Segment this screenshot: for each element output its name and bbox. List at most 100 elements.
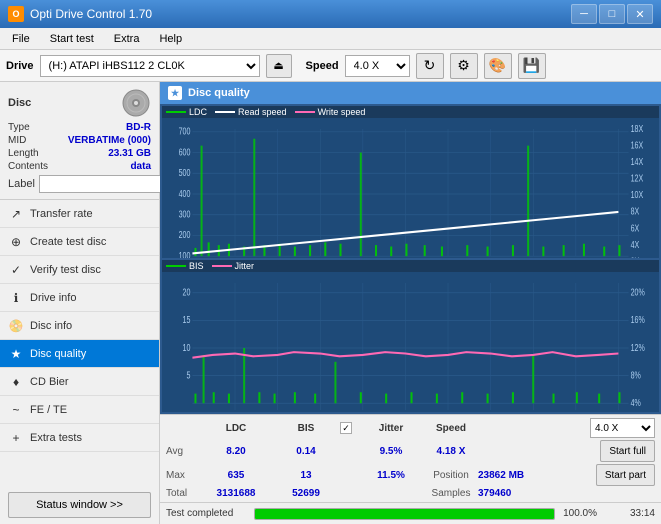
svg-text:700: 700 bbox=[179, 125, 191, 136]
svg-text:14X: 14X bbox=[631, 156, 644, 167]
drive-toolbar: Drive (H:) ATAPI iHBS112 2 CL0K ⏏ Speed … bbox=[0, 50, 661, 82]
status-bar: Test completed 100.0% 33:14 bbox=[160, 502, 661, 524]
create-test-label: Create test disc bbox=[30, 236, 106, 248]
color-button[interactable]: 🎨 bbox=[484, 53, 512, 79]
sidebar-item-fe-te[interactable]: ~ FE / TE bbox=[0, 396, 159, 424]
sidebar-item-transfer-rate[interactable]: ↗ Transfer rate bbox=[0, 200, 159, 228]
disc-panel: Disc Type BD-R MID VERBATIMe (000) Lengt… bbox=[0, 82, 159, 200]
stats-header: LDC BIS ✓ Jitter Speed 4.0 X bbox=[166, 418, 655, 438]
ldc-col-header: LDC bbox=[196, 423, 276, 434]
contents-label: Contents bbox=[8, 161, 48, 172]
menu-help[interactable]: Help bbox=[151, 31, 190, 47]
drive-info-label: Drive info bbox=[30, 292, 76, 304]
svg-text:8X: 8X bbox=[631, 206, 640, 217]
app-title: Opti Drive Control 1.70 bbox=[30, 7, 152, 21]
label-label: Label bbox=[8, 178, 35, 190]
cd-bier-label: CD Bier bbox=[30, 376, 69, 388]
status-time: 33:14 bbox=[605, 508, 655, 519]
disc-info-label: Disc info bbox=[30, 320, 72, 332]
start-full-button[interactable]: Start full bbox=[600, 440, 655, 462]
svg-text:16%: 16% bbox=[631, 314, 646, 325]
sidebar-item-create-test-disc[interactable]: ⊕ Create test disc bbox=[0, 228, 159, 256]
main-layout: Disc Type BD-R MID VERBATIMe (000) Lengt… bbox=[0, 82, 661, 524]
fe-te-icon: ~ bbox=[8, 402, 24, 418]
speed-select[interactable]: 4.0 X bbox=[345, 55, 410, 77]
stats-max-row: Max 635 13 11.5% Position 23862 MB Start… bbox=[166, 464, 655, 486]
progress-bar-fill bbox=[255, 509, 554, 519]
position-value: 23862 MB bbox=[478, 470, 524, 481]
drive-select[interactable]: (H:) ATAPI iHBS112 2 CL0K bbox=[40, 55, 260, 77]
svg-text:5: 5 bbox=[186, 369, 190, 380]
disc-label-row: Label ✏ bbox=[8, 175, 151, 193]
close-button[interactable]: ✕ bbox=[627, 4, 653, 24]
samples-value: 379460 bbox=[478, 488, 511, 499]
svg-text:500: 500 bbox=[179, 167, 191, 178]
svg-text:16X: 16X bbox=[631, 139, 644, 150]
disc-title: Disc bbox=[8, 97, 31, 109]
start-part-button[interactable]: Start part bbox=[596, 464, 655, 486]
bis-chart: BIS Jitter bbox=[162, 260, 659, 412]
sidebar-item-cd-bier[interactable]: ♦ CD Bier bbox=[0, 368, 159, 396]
samples-label: Samples bbox=[426, 488, 476, 499]
sidebar-item-disc-info[interactable]: 📀 Disc info bbox=[0, 312, 159, 340]
svg-text:4%: 4% bbox=[631, 397, 642, 408]
mid-label: MID bbox=[8, 135, 26, 146]
max-jitter: 11.5% bbox=[356, 470, 426, 481]
disc-mid-row: MID VERBATIMe (000) bbox=[8, 135, 151, 146]
svg-text:100: 100 bbox=[179, 250, 191, 258]
sidebar-item-verify-test-disc[interactable]: ✓ Verify test disc bbox=[0, 256, 159, 284]
content-area: ★ Disc quality LDC Read speed bbox=[160, 82, 661, 524]
status-text: Test completed bbox=[166, 508, 246, 519]
menu-extra[interactable]: Extra bbox=[106, 31, 148, 47]
length-label: Length bbox=[8, 148, 39, 159]
ldc-chart-svg: 700 600 500 400 300 200 100 18X 16X 14X … bbox=[162, 118, 659, 258]
eject-button[interactable]: ⏏ bbox=[266, 54, 292, 78]
svg-text:10X: 10X bbox=[631, 189, 644, 200]
create-test-icon: ⊕ bbox=[8, 234, 24, 250]
avg-jitter: 9.5% bbox=[356, 446, 426, 457]
fe-te-label: FE / TE bbox=[30, 404, 67, 416]
menu-file[interactable]: File bbox=[4, 31, 38, 47]
label-input[interactable] bbox=[39, 175, 177, 193]
type-label: Type bbox=[8, 122, 30, 133]
mid-value: VERBATIMe (000) bbox=[68, 135, 151, 146]
bis-legend: BIS Jitter bbox=[162, 260, 659, 272]
avg-speed: 4.18 X bbox=[426, 446, 476, 457]
disc-quality-label: Disc quality bbox=[30, 348, 86, 360]
sidebar: Disc Type BD-R MID VERBATIMe (000) Lengt… bbox=[0, 82, 160, 524]
minimize-button[interactable]: ─ bbox=[571, 4, 597, 24]
status-window-button[interactable]: Status window >> bbox=[8, 492, 151, 518]
drive-label: Drive bbox=[6, 60, 34, 72]
save-button[interactable]: 💾 bbox=[518, 53, 546, 79]
contents-value: data bbox=[130, 161, 151, 172]
svg-text:600: 600 bbox=[179, 146, 191, 157]
refresh-button[interactable]: ↻ bbox=[416, 53, 444, 79]
jitter-col-header: Jitter bbox=[356, 423, 426, 434]
svg-text:6X: 6X bbox=[631, 222, 640, 233]
type-value: BD-R bbox=[126, 122, 151, 133]
transfer-rate-icon: ↗ bbox=[8, 206, 24, 222]
bis-legend-item: BIS bbox=[166, 261, 204, 271]
avg-label: Avg bbox=[166, 446, 196, 457]
max-ldc: 635 bbox=[196, 470, 276, 481]
sidebar-item-extra-tests[interactable]: + Extra tests bbox=[0, 424, 159, 452]
maximize-button[interactable]: □ bbox=[599, 4, 625, 24]
verify-test-icon: ✓ bbox=[8, 262, 24, 278]
svg-text:12X: 12X bbox=[631, 172, 644, 183]
svg-text:10: 10 bbox=[183, 342, 191, 353]
disc-quality-icon: ★ bbox=[8, 346, 24, 362]
svg-text:300: 300 bbox=[179, 208, 191, 219]
bis-col-header: BIS bbox=[276, 423, 336, 434]
total-label: Total bbox=[166, 488, 196, 499]
sidebar-item-drive-info[interactable]: ℹ Drive info bbox=[0, 284, 159, 312]
bis-chart-svg: 20 15 10 5 20% 16% 12% 8% 4% bbox=[162, 272, 659, 412]
chart-speed-select[interactable]: 4.0 X bbox=[590, 418, 655, 438]
menu-start-test[interactable]: Start test bbox=[42, 31, 102, 47]
sidebar-item-disc-quality[interactable]: ★ Disc quality bbox=[0, 340, 159, 368]
drive-info-icon: ℹ bbox=[8, 290, 24, 306]
window-controls: ─ □ ✕ bbox=[571, 4, 653, 24]
settings-button[interactable]: ⚙ bbox=[450, 53, 478, 79]
total-ldc: 3131688 bbox=[196, 488, 276, 499]
length-value: 23.31 GB bbox=[108, 148, 151, 159]
jitter-checkbox[interactable]: ✓ bbox=[340, 422, 352, 434]
